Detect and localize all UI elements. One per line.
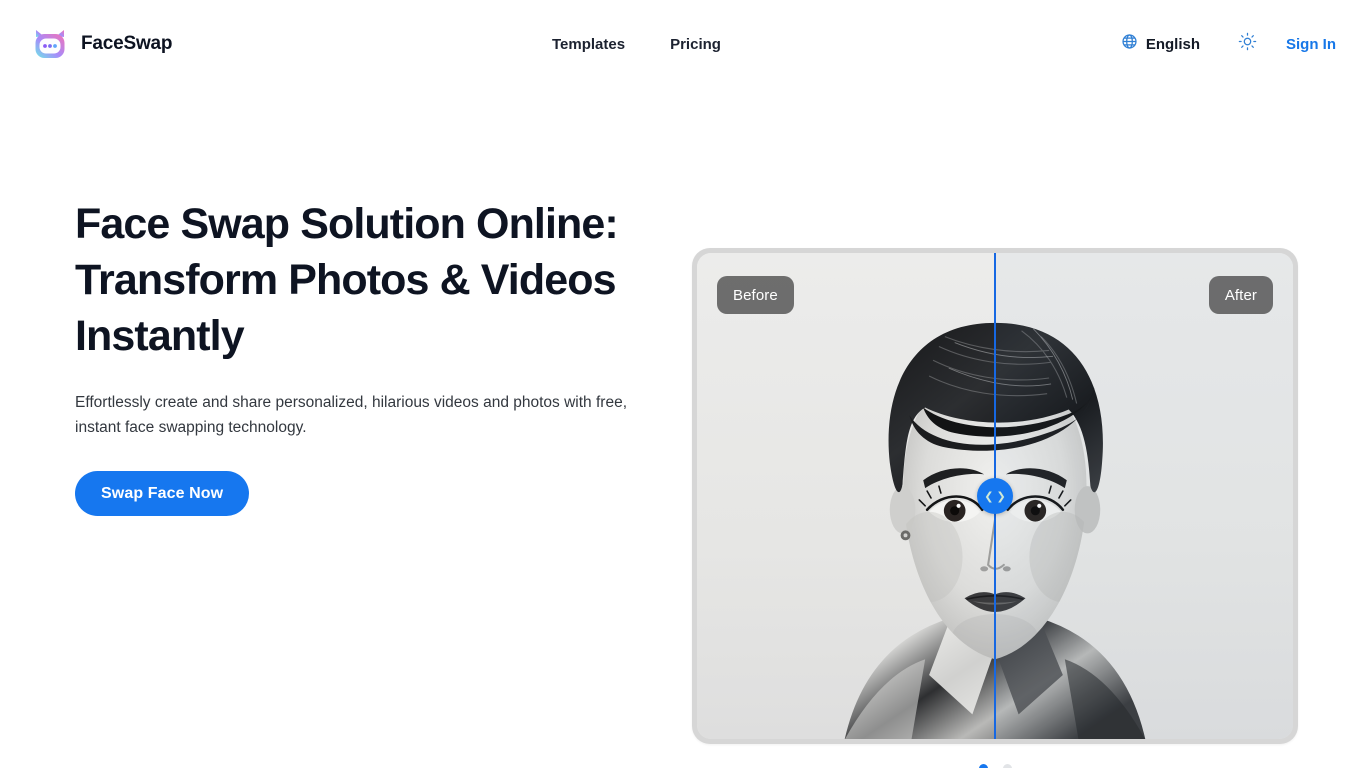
header-actions: English Sign In: [1113, 0, 1340, 88]
carousel-dots: [692, 764, 1298, 768]
theme-toggle-button[interactable]: [1230, 27, 1264, 61]
nav-item-pricing[interactable]: Pricing: [670, 36, 721, 53]
chevron-right-icon: ❯: [996, 489, 1006, 503]
after-badge: After: [1208, 276, 1273, 314]
sign-in-link[interactable]: Sign In: [1282, 30, 1340, 59]
carousel-dot-1[interactable]: [978, 764, 988, 768]
nav-item-templates[interactable]: Templates: [552, 36, 625, 53]
before-after-comparison[interactable]: Before After ❮ ❯: [692, 248, 1298, 744]
language-switcher[interactable]: English: [1113, 27, 1208, 61]
globe-icon: [1121, 33, 1138, 55]
comparison-frame: Before After ❮ ❯: [692, 248, 1298, 744]
brand-logo-link[interactable]: FaceSwap: [32, 26, 173, 62]
hero-subtitle: Effortlessly create and share personaliz…: [75, 394, 627, 436]
language-label: English: [1145, 35, 1200, 53]
hero-section: Face Swap Solution Online: Transform Pho…: [0, 88, 1366, 768]
brand-name: FaceSwap: [81, 33, 173, 54]
page-title: Face Swap Solution Online: Transform Pho…: [75, 200, 619, 360]
chevron-left-icon: ❮: [984, 489, 994, 503]
sun-icon: [1238, 32, 1257, 56]
comparison-viewport[interactable]: Before After ❮ ❯: [697, 253, 1293, 739]
swap-face-now-button[interactable]: Swap Face Now: [75, 471, 250, 516]
cat-face-logo-icon: [32, 26, 68, 62]
main-navigation: Templates Pricing: [552, 0, 721, 88]
comparison-slider-handle[interactable]: ❮ ❯: [977, 478, 1013, 514]
site-header: FaceSwap Templates Pricing English Sign …: [0, 0, 1366, 88]
before-badge: Before: [717, 276, 794, 314]
hero-copy: Face Swap Solution Online: Transform Pho…: [75, 196, 655, 516]
carousel-dot-2[interactable]: [1002, 764, 1012, 768]
